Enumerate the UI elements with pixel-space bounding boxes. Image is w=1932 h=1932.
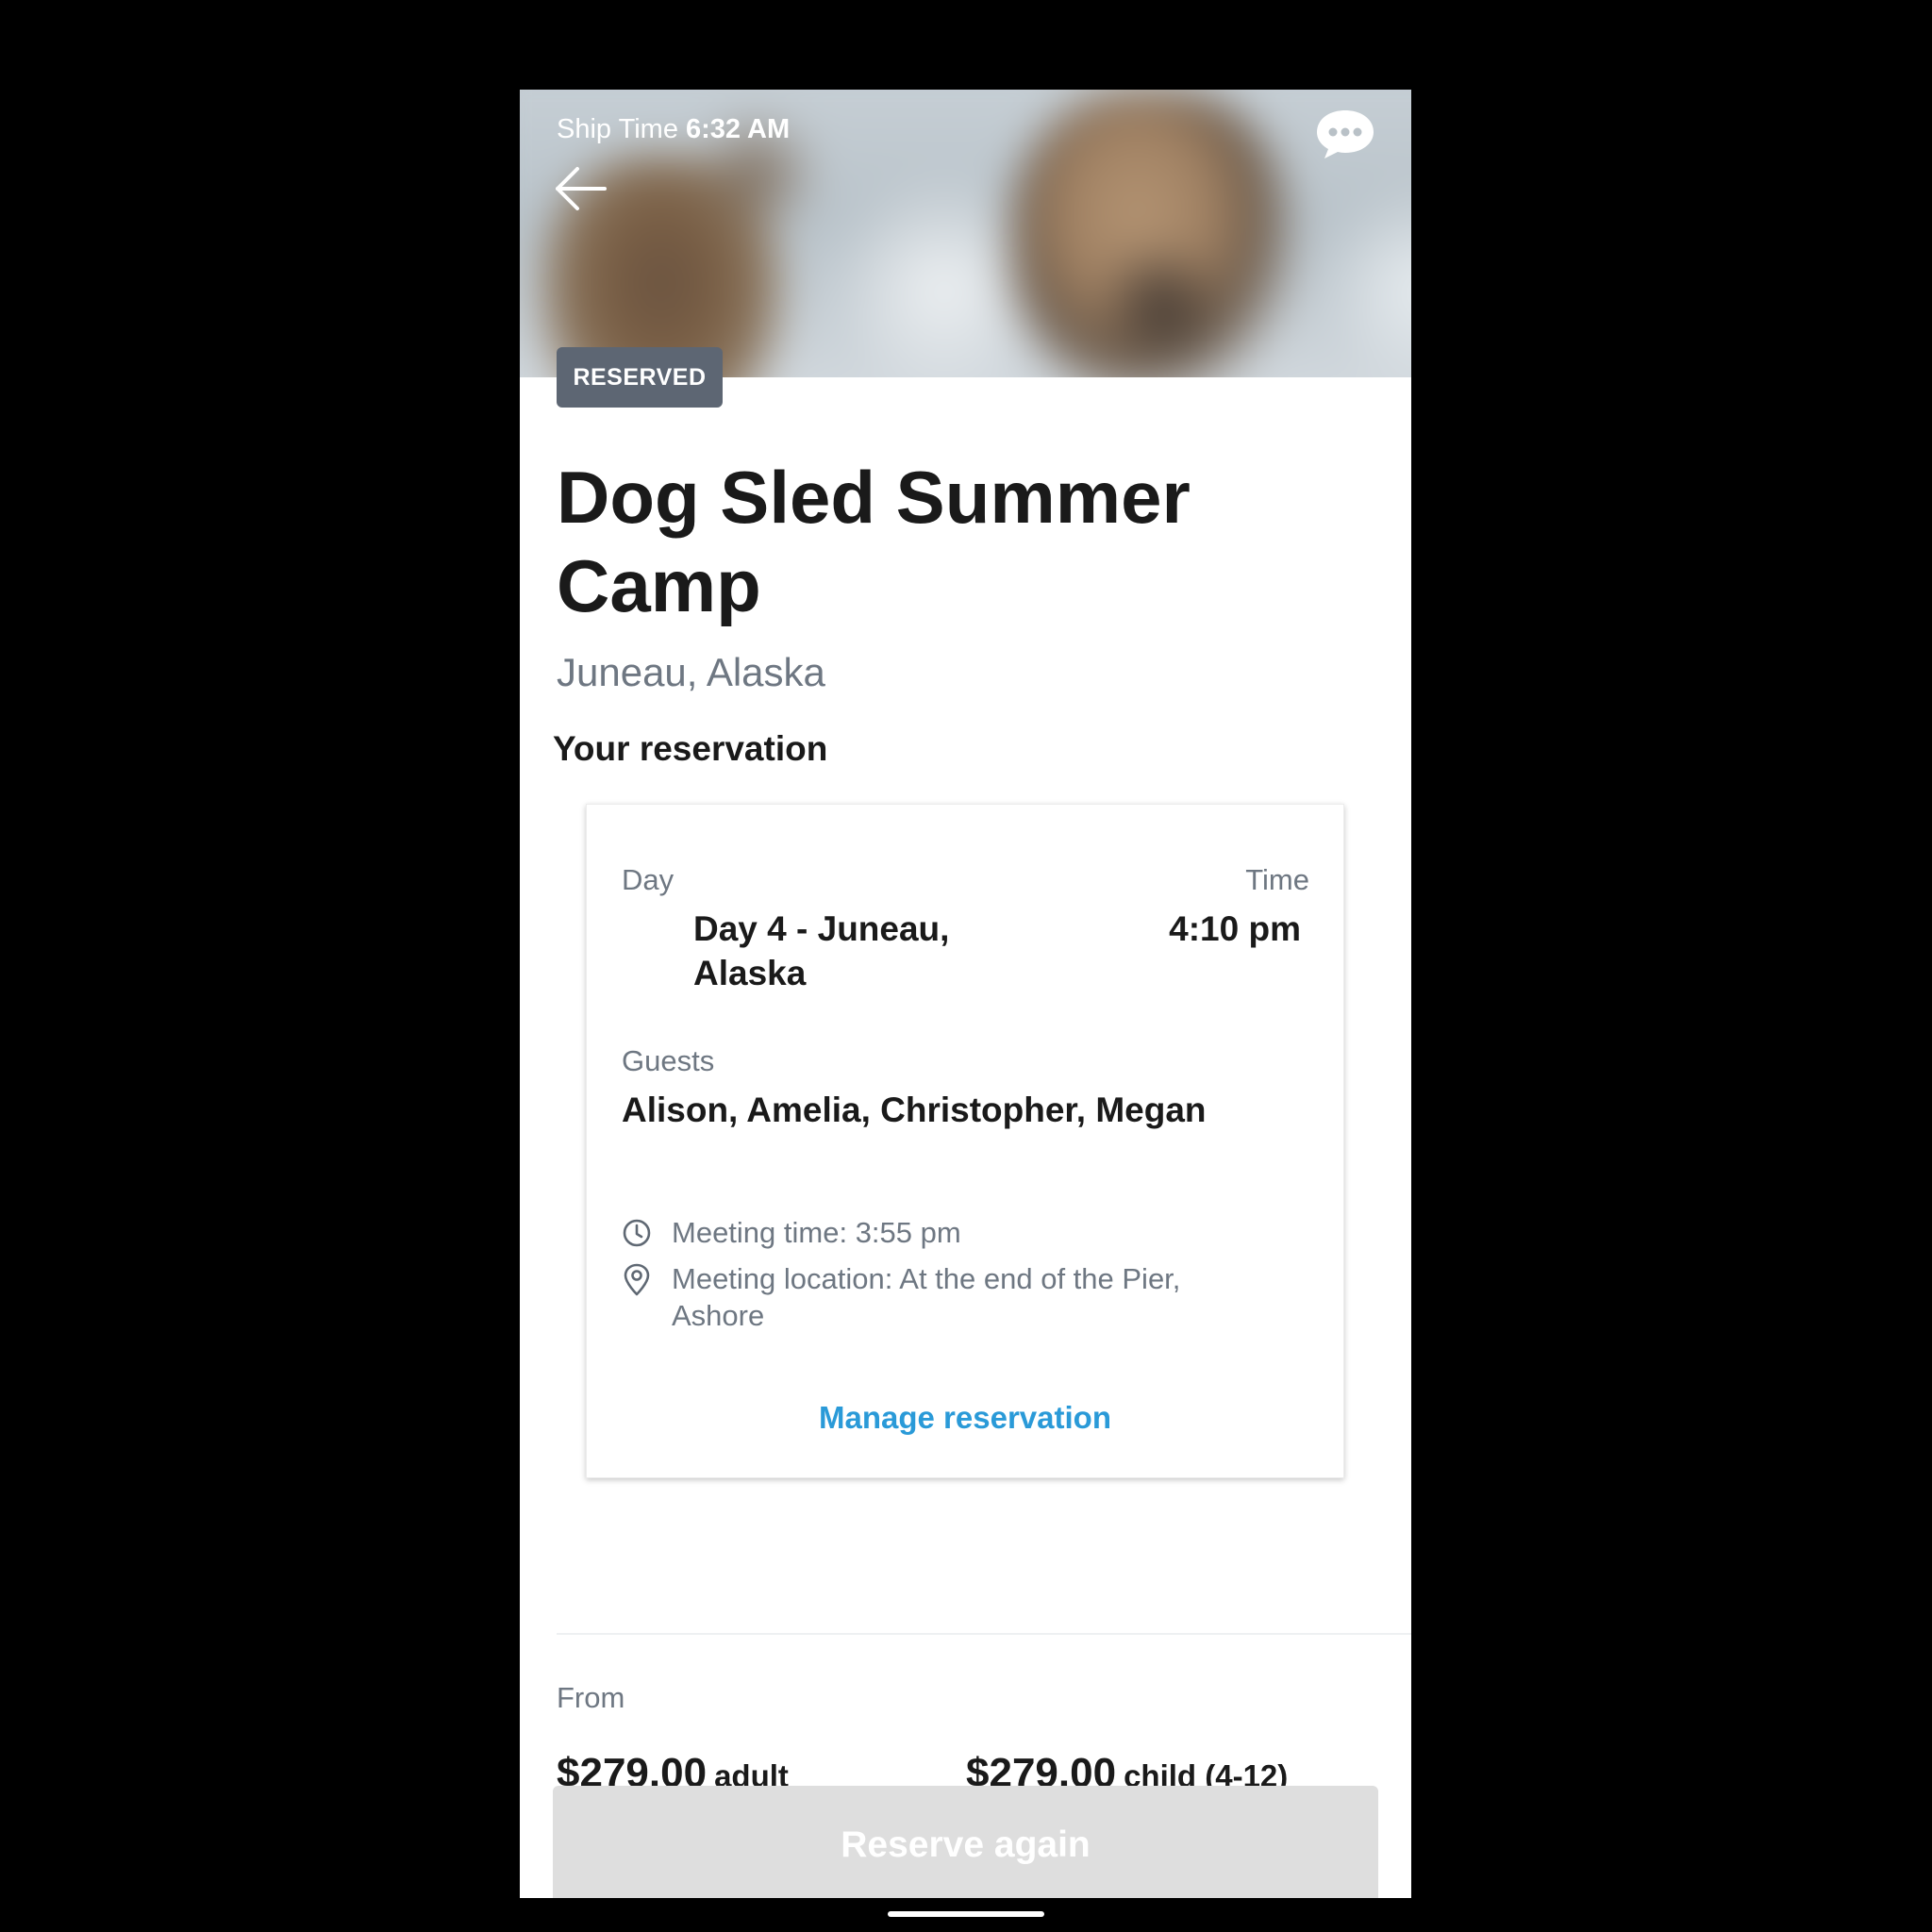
ship-time-value: 6:32 AM — [686, 114, 791, 144]
app-screen: Ship Time 6:32 AM RESERVED Dog Sled Summ… — [520, 90, 1411, 1898]
meeting-time-row: Meeting time: 3:55 pm — [622, 1214, 1320, 1252]
day-value: Day 4 - Juneau, Alaska — [693, 909, 950, 992]
price-from-label: From — [557, 1681, 625, 1714]
guests-label: Guests — [622, 1044, 715, 1077]
manage-reservation-link[interactable]: Manage reservation — [587, 1397, 1343, 1439]
chat-icon[interactable] — [1314, 107, 1376, 161]
your-reservation-heading: Your reservation — [553, 729, 828, 768]
reservation-card: Day Time Day 4 - Juneau, Alaska 4:10 pm … — [586, 804, 1344, 1478]
guests-value: Alison, Amelia, Christopher, Megan — [622, 1091, 1207, 1129]
excursion-location: Juneau, Alaska — [557, 650, 825, 694]
section-divider — [557, 1633, 1411, 1635]
meeting-time-text: Meeting time: 3:55 pm — [672, 1216, 961, 1249]
hero-image: Ship Time 6:32 AM — [520, 90, 1411, 377]
reserve-again-button[interactable]: Reserve again — [553, 1786, 1378, 1898]
location-pin-icon — [622, 1263, 652, 1296]
home-indicator[interactable] — [888, 1911, 1044, 1917]
ship-time-label: Ship Time — [557, 114, 678, 144]
clock-icon — [622, 1217, 652, 1249]
excursion-title: Dog Sled Summer Camp — [557, 456, 1191, 627]
time-value: 4:10 pm — [1169, 909, 1301, 948]
ship-time: Ship Time 6:32 AM — [557, 110, 790, 148]
meeting-location-row: Meeting location: At the end of the Pier… — [622, 1260, 1320, 1336]
meeting-location-text: Meeting location: At the end of the Pier… — [672, 1262, 1181, 1332]
reserved-badge: RESERVED — [557, 347, 723, 408]
day-label: Day — [622, 863, 675, 896]
back-arrow-icon[interactable] — [552, 165, 608, 212]
time-label: Time — [1245, 863, 1309, 896]
